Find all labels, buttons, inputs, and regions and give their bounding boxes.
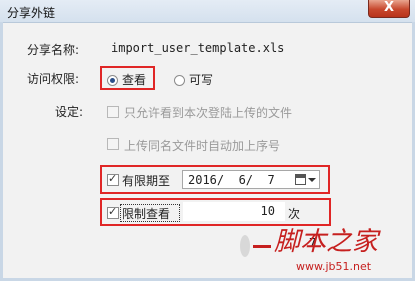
calendar-icon[interactable] [295,174,306,185]
radio-view-indicator[interactable] [107,75,118,86]
expiry-date-value: 2016/ 6/ 7 [188,173,275,187]
expiry-date-picker[interactable]: 2016/ 6/ 7 [182,170,320,189]
window-title: 分享外链 [7,6,56,20]
radio-write-indicator[interactable] [174,75,185,86]
checkbox-expiry[interactable] [107,172,119,186]
site-watermark: 脚本之家 www.jb51.net [240,227,381,273]
watermark-text: 脚本之家 [274,227,381,257]
radio-write-label[interactable]: 可写 [189,71,213,88]
expiry-label[interactable]: 有限期至 [122,172,170,189]
watermark-dash [253,245,271,248]
access-label: 访问权限: [27,72,80,86]
view-count-value: 10 [260,204,275,218]
share-name-value: import_user_template.xls [111,41,285,55]
view-limit-label[interactable]: 限制查看 [122,205,170,222]
checkbox-only-own-uploads[interactable] [107,106,119,118]
chevron-down-icon[interactable] [308,178,316,182]
title-bar: 分享外链 X [0,0,415,23]
checkbox-auto-number[interactable] [107,138,119,150]
option-only-own-uploads-label: 只允许看到本次登陆上传的文件 [124,106,293,120]
settings-label: 设定: [55,105,84,119]
share-name-label: 分享名称: [27,43,80,57]
checkbox-view-limit[interactable] [107,205,119,219]
close-button[interactable]: X [368,0,410,18]
radio-view-label[interactable]: 查看 [122,71,146,88]
watermark-shadow [240,235,250,257]
watermark-url: www.jb51.net [296,260,372,273]
option-auto-number-label: 上传同名文件时自动加上序号 [124,139,281,153]
